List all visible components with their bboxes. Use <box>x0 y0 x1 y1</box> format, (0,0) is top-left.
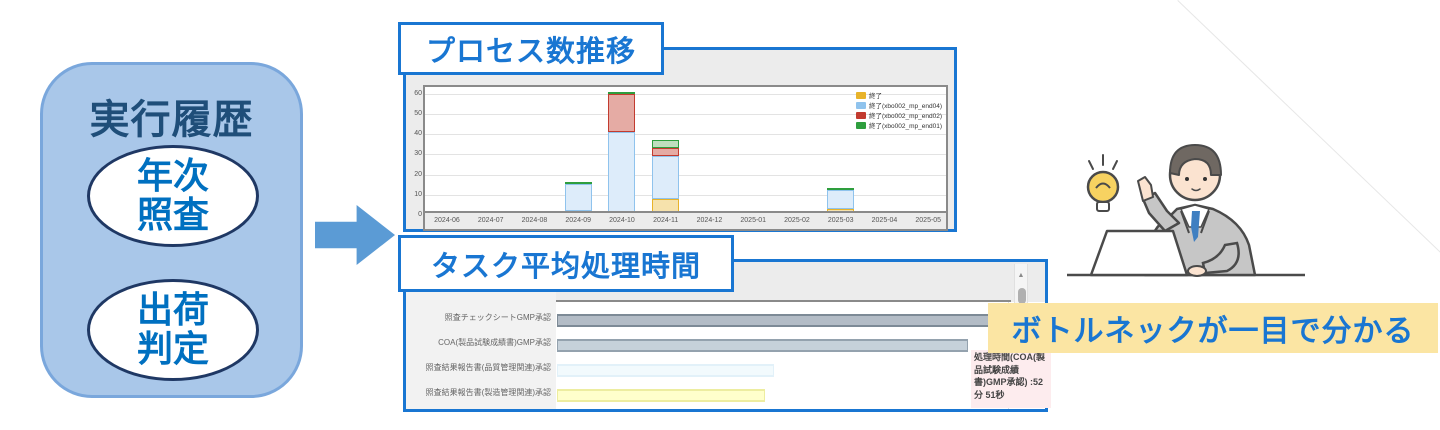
x-tick-label: 2025-04 <box>863 217 907 224</box>
legend-swatch-icon <box>856 122 866 129</box>
shipping-judgment-ellipse: 出荷 判定 <box>87 279 259 381</box>
process-chart: 2024-062024-072024-082024-092024-102024-… <box>423 85 948 231</box>
task-chart-plot <box>556 300 1011 409</box>
legend-label: 終了(xbo002_mp_end01) <box>869 120 942 130</box>
bar-segment-2024-10[interactable] <box>608 132 635 213</box>
task-row-label: 照査結果報告書(製造管理関連)承認 <box>411 385 551 400</box>
legend-item[interactable]: 終了(xbo002_mp_end01) <box>856 120 942 130</box>
person-illustration <box>1065 115 1365 295</box>
bottleneck-callout: ボトルネックが一目で分かる <box>988 303 1438 353</box>
legend-swatch-icon <box>856 112 866 119</box>
legend-swatch-icon <box>856 92 866 99</box>
execution-history-title: 実行履歴 <box>43 87 300 145</box>
tooltip-line: 分 51秒 <box>974 389 1048 402</box>
x-tick-label: 2024-07 <box>469 217 513 224</box>
y-tick-label: 50 <box>408 110 422 117</box>
y-tick-label: 0 <box>408 211 422 218</box>
task-panel-title: タスク平均処理時間 <box>398 235 734 292</box>
tooltip-line: 品試験成績 <box>974 364 1048 377</box>
legend-label: 終了(xbo002_mp_end04) <box>869 100 942 110</box>
x-tick-label: 2024-09 <box>556 217 600 224</box>
hover-tooltip: 処理時間(COA(製品試験成績書)GMP承認) :52分 51秒 <box>971 350 1051 408</box>
legend-swatch-icon <box>856 102 866 109</box>
x-tick-label: 2025-02 <box>775 217 819 224</box>
gridline-40 <box>425 134 946 135</box>
slide-canvas: 実行履歴 年次 照査 出荷 判定 2024-062024-072024-0820… <box>0 0 1440 430</box>
annual-review-line2: 照査 <box>137 196 209 235</box>
flow-arrow-icon <box>315 205 395 265</box>
shipping-judgment-line1: 出荷 <box>137 291 209 330</box>
x-tick-label: 2025-01 <box>731 217 775 224</box>
gridline-10 <box>425 195 946 196</box>
annual-review-ellipse: 年次 照査 <box>87 145 259 247</box>
process-chart-legend: 終了終了(xbo002_mp_end04)終了(xbo002_mp_end02)… <box>856 90 942 130</box>
bar-segment-2024-10[interactable] <box>608 94 635 132</box>
legend-label: 終了 <box>869 90 882 100</box>
bar-segment-2025-03[interactable] <box>827 188 854 190</box>
gridline-30 <box>425 154 946 155</box>
annual-review-line1: 年次 <box>137 157 209 196</box>
legend-item[interactable]: 終了(xbo002_mp_end02) <box>856 110 942 120</box>
x-tick-label: 2024-06 <box>425 217 469 224</box>
task-panel-title-text: タスク平均処理時間 <box>431 243 701 285</box>
bar-segment-2025-03[interactable] <box>827 190 854 209</box>
tooltip-line: 書)GMP承認) :52 <box>974 376 1048 389</box>
process-panel-title-text: プロセス数推移 <box>426 28 636 70</box>
x-tick-label: 2024-11 <box>644 217 688 224</box>
x-tick-label: 2025-05 <box>906 217 950 224</box>
x-tick-label: 2024-08 <box>513 217 557 224</box>
scrollbar-thumb[interactable] <box>1018 288 1026 304</box>
task-row-label: COA(製品試験成績書)GMP承認 <box>411 335 551 350</box>
bar-segment-2024-09[interactable] <box>565 184 592 211</box>
bottleneck-callout-text: ボトルネックが一目で分かる <box>1012 306 1415 350</box>
task-row-label: 照査結果報告書(品質管理関連)承認 <box>411 360 551 375</box>
bar-segment-2024-11[interactable] <box>652 140 679 148</box>
bar-segment-2024-10[interactable] <box>608 92 635 94</box>
y-tick-label: 20 <box>408 171 422 178</box>
x-tick-label: 2025-03 <box>819 217 863 224</box>
process-chart-x-axis: 2024-062024-072024-082024-092024-102024-… <box>425 211 946 229</box>
y-tick-label: 30 <box>408 150 422 157</box>
bar-segment-2024-09[interactable] <box>565 182 592 184</box>
y-tick-label: 60 <box>408 90 422 97</box>
legend-label: 終了(xbo002_mp_end02) <box>869 110 942 120</box>
bar-segment-2024-11[interactable] <box>652 156 679 198</box>
legend-item[interactable]: 終了(xbo002_mp_end04) <box>856 100 942 110</box>
legend-item[interactable]: 終了 <box>856 90 942 100</box>
shipping-judgment-line2: 判定 <box>137 330 209 369</box>
task-bar[interactable] <box>557 314 1009 327</box>
y-tick-label: 40 <box>408 130 422 137</box>
x-tick-label: 2024-10 <box>600 217 644 224</box>
scroll-up-arrow[interactable]: ▲ <box>1015 272 1027 279</box>
task-bar[interactable] <box>557 389 765 402</box>
lightbulb-icon <box>1088 155 1118 211</box>
person-head <box>1170 145 1221 200</box>
execution-history-box: 実行履歴 年次 照査 出荷 判定 <box>40 62 303 398</box>
task-bar[interactable] <box>557 339 968 352</box>
y-tick-label: 10 <box>408 191 422 198</box>
bar-segment-2024-11[interactable] <box>652 148 679 156</box>
process-panel-title: プロセス数推移 <box>398 22 664 75</box>
task-row-label: 照査チェックシートGMP承認 <box>411 310 551 325</box>
task-bar[interactable] <box>557 364 774 377</box>
x-tick-label: 2024-12 <box>688 217 732 224</box>
gridline-20 <box>425 175 946 176</box>
